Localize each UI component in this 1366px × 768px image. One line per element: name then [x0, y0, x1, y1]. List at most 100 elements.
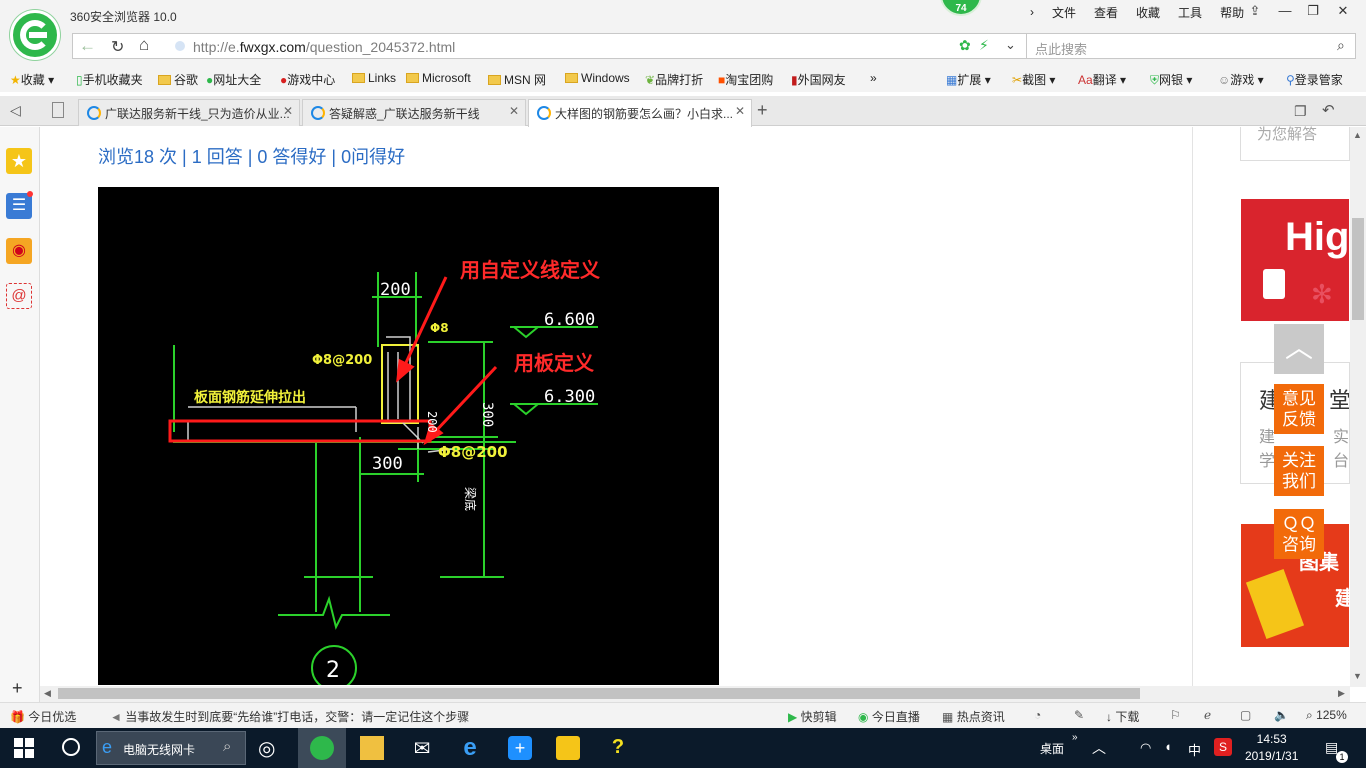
tab-3-active[interactable]: 大样图的钢筋要怎么画？小白求... ✕ [528, 99, 752, 127]
volume-icon[interactable]: ◖ [1164, 739, 1172, 754]
ie-icon[interactable]: ℯ [1204, 708, 1211, 722]
bookmark-msn[interactable]: MSN 网 [488, 71, 546, 88]
menu-chevron-icon[interactable]: › [1030, 5, 1034, 19]
toolbar-screenshot[interactable]: ✂截图 ▾ [1012, 71, 1055, 88]
horizontal-scroll-thumb[interactable] [58, 688, 1140, 699]
feedback-button[interactable]: 意见 反馈 [1274, 384, 1324, 434]
sogou-icon[interactable]: S [1214, 738, 1232, 756]
bookmark-brand[interactable]: ❦品牌打折 [645, 71, 703, 88]
download-button[interactable]: ↓ 下载 [1106, 708, 1139, 725]
tab-list-icon[interactable] [52, 102, 64, 118]
menu-favorites[interactable]: 收藏 [1136, 4, 1160, 21]
back-to-top-button[interactable]: ︿ [1274, 324, 1324, 374]
refresh-icon[interactable]: ↻ [111, 37, 124, 57]
news-icon[interactable]: ☰ [6, 193, 32, 219]
new-tab-icon[interactable]: + [757, 100, 768, 121]
close-button[interactable]: ✕ [1328, 0, 1358, 22]
mail-icon[interactable]: @ [6, 283, 32, 309]
tab-1[interactable]: 广联达服务新干线_只为造价从业... ✕ [78, 99, 300, 126]
bookmark-favorites[interactable]: ★收藏 ▾ [10, 71, 54, 88]
address-bar[interactable]: ← ↻ ⌂ http://e.fwxgx.com/question_204537… [72, 33, 1027, 59]
ad-answer-box[interactable]: 为您解答 [1240, 126, 1350, 161]
bookmark-microsoft[interactable]: Microsoft [406, 71, 471, 85]
ime-indicator[interactable]: 中 [1188, 740, 1201, 759]
app-blue-icon[interactable]: + [508, 736, 532, 760]
dropdown-icon[interactable]: ⌄ [1005, 37, 1016, 53]
tab-close-icon[interactable]: ✕ [283, 104, 293, 118]
search-icon[interactable]: ⌕ [1337, 37, 1345, 54]
wifi-icon[interactable]: ◠ [1140, 740, 1151, 756]
bookmark-mobile[interactable]: ▯手机收藏夹 [76, 71, 143, 88]
search-box[interactable]: 点此搜索 ⌕ [1026, 33, 1356, 59]
notes-icon[interactable] [556, 736, 580, 760]
tab-2[interactable]: 答疑解惑_广联达服务新干线 ✕ [302, 99, 526, 126]
restore-tabs-icon[interactable]: ❐ [1294, 103, 1307, 120]
toolbar-translate[interactable]: Aa翻译 ▾ [1078, 71, 1126, 88]
bookmark-taobao[interactable]: ■淘宝团购 [718, 71, 773, 88]
help-icon[interactable]: ? [606, 736, 630, 760]
taskbar-search[interactable]: e 电脑无线网卡 ⌕ [96, 731, 246, 765]
qq-consult-button[interactable]: ＱＱ 咨询 [1274, 509, 1324, 559]
menu-view[interactable]: 查看 [1094, 4, 1118, 21]
bookmark-foreign[interactable]: ▮外国网友 [791, 71, 846, 88]
toolbar-games[interactable]: ☺游戏 ▾ [1218, 71, 1264, 88]
favorites-star-icon[interactable]: ★ [6, 148, 32, 174]
speed-icon[interactable]: ◔ [1034, 708, 1041, 722]
tool-icon[interactable]: ✎ [1074, 708, 1084, 722]
menu-file[interactable]: 文件 [1052, 4, 1076, 21]
pin-icon[interactable]: ⇪ [1240, 0, 1270, 22]
back-icon[interactable]: ← [79, 36, 96, 56]
scroll-up-icon[interactable]: ▲ [1353, 130, 1362, 140]
toolbar-login[interactable]: ⚲登录管家 [1286, 71, 1343, 88]
desktop-label[interactable]: 桌面 [1040, 740, 1064, 757]
follow-us-button[interactable]: 关注 我们 [1274, 446, 1324, 496]
vertical-scroll-thumb[interactable] [1352, 218, 1364, 320]
secure-icon[interactable]: ✿ [959, 37, 971, 54]
question-stats[interactable]: 浏览18 次 | 1 回答 | 0 答得好 | 0问得好 [98, 143, 405, 169]
browser-360-active-icon[interactable] [310, 736, 334, 760]
scroll-right-icon[interactable]: ▶ [1338, 688, 1345, 699]
lightning-icon[interactable]: ⚡ [979, 37, 989, 54]
add-sidebar-icon[interactable]: + [12, 678, 23, 699]
toolbar-bank[interactable]: ⛨网银 ▾ [1150, 71, 1192, 88]
hot-news[interactable]: ▦ 热点资讯 [942, 708, 1005, 725]
windows-start-icon[interactable] [14, 738, 34, 758]
flag-icon[interactable]: ⚐ [1170, 708, 1181, 722]
tab-close-icon[interactable]: ✕ [735, 104, 745, 118]
browser-360-icon[interactable]: ◎ [258, 736, 282, 760]
desktop-expand-icon[interactable]: » [1072, 732, 1078, 743]
quick-cut[interactable]: ▶ 快剪辑 [788, 708, 837, 725]
weibo-icon[interactable]: ◉ [6, 238, 32, 264]
scroll-left-icon[interactable]: ◀ [44, 688, 51, 699]
collapse-sidebar-icon[interactable]: ◁ [10, 102, 21, 119]
home-icon[interactable]: ⌂ [139, 35, 149, 55]
more-bookmarks-icon[interactable]: » [870, 71, 877, 85]
cortana-icon[interactable] [62, 738, 80, 756]
today-picks[interactable]: 🎁 今日优选 [10, 708, 76, 725]
news-ticker[interactable]: ◄ 当事故发生时到底要“先给谁”打电话，交警：请一定记住这个步骤 [110, 708, 469, 725]
sound-icon[interactable]: 🔈 [1274, 708, 1289, 722]
undo-icon[interactable]: ↶ [1322, 101, 1335, 119]
vertical-scrollbar[interactable] [1350, 127, 1366, 687]
file-explorer-icon[interactable] [360, 736, 384, 760]
ad-banner-christmas[interactable]: Hig ✻ [1241, 199, 1349, 321]
tray-up-icon[interactable]: ︿ [1092, 738, 1106, 758]
edge-icon[interactable]: e [458, 736, 482, 760]
tab-close-icon[interactable]: ✕ [509, 104, 519, 118]
menu-tools[interactable]: 工具 [1178, 4, 1202, 21]
maximize-button[interactable]: ❐ [1298, 0, 1328, 22]
taskbar-clock[interactable]: 14:53 2019/1/31 [1245, 731, 1298, 765]
bookmark-links[interactable]: Links [352, 71, 396, 85]
scroll-down-icon[interactable]: ▼ [1353, 671, 1362, 681]
site-info-icon[interactable] [175, 41, 185, 51]
bookmark-google[interactable]: 谷歌 [158, 71, 198, 88]
bookmark-windows[interactable]: Windows [565, 71, 630, 85]
mail-icon[interactable]: ✉ [410, 736, 434, 760]
url-text[interactable]: http://e.fwxgx.com/question_2045372.html [193, 39, 455, 55]
bookmark-games[interactable]: ●游戏中心 [280, 71, 335, 88]
search-input[interactable]: 点此搜索 [1035, 39, 1087, 58]
window-icon[interactable]: ▢ [1240, 708, 1251, 722]
zoom-control[interactable]: ⌕ 125% [1306, 708, 1347, 723]
minimize-button[interactable]: — [1270, 0, 1300, 22]
bookmark-hao[interactable]: ●网址大全 [206, 71, 261, 88]
